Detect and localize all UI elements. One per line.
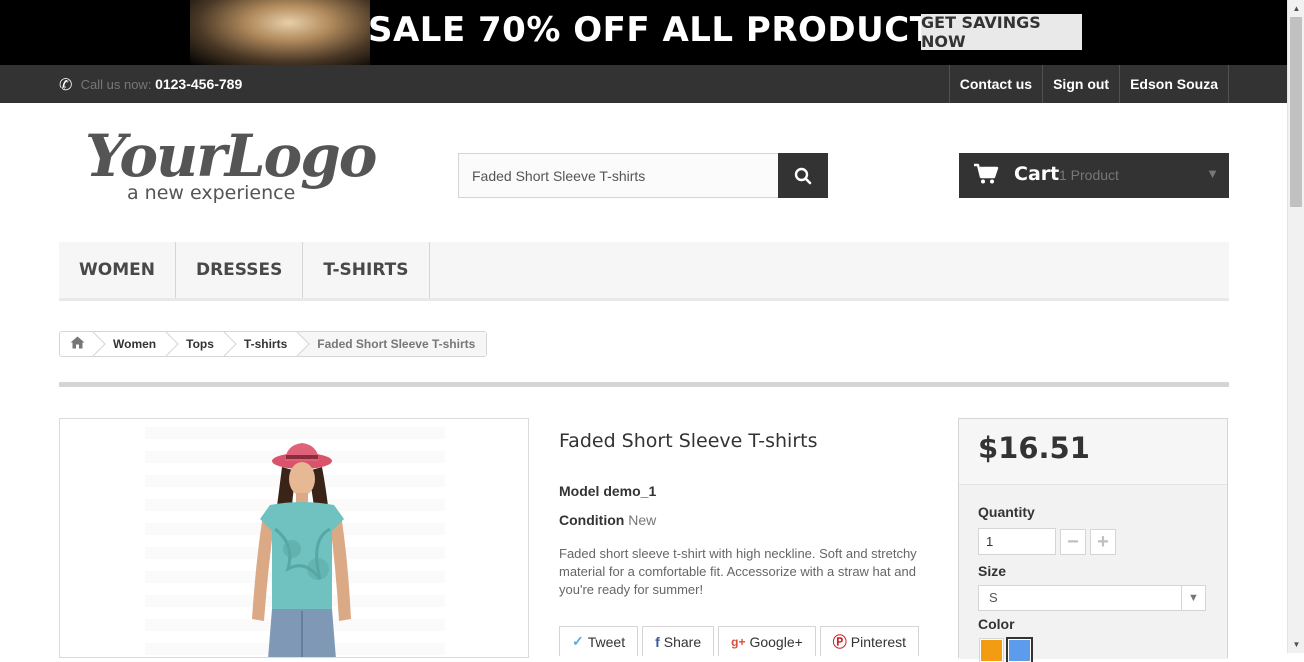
home-icon — [70, 336, 85, 349]
facebook-icon: f — [655, 633, 660, 650]
logo-tagline: a new experience — [127, 182, 296, 204]
section-divider — [59, 382, 1229, 387]
color-label: Color — [978, 616, 1015, 632]
model-value: demo_1 — [603, 483, 657, 499]
breadcrumb-current: Faded Short Sleeve T-shirts — [299, 332, 487, 356]
main-menu: Women Dresses T-shirts — [59, 242, 1229, 301]
phone-number: 0123-456-789 — [155, 76, 243, 92]
tweet-button[interactable]: ✓ Tweet — [559, 626, 639, 656]
model-figure — [252, 443, 351, 657]
search-icon — [794, 167, 812, 184]
contact-us-link[interactable]: Contact us — [948, 65, 1042, 103]
condition-value: New — [628, 512, 657, 528]
condition-label: Condition — [559, 512, 625, 528]
menu-item-women[interactable]: Women — [59, 242, 176, 298]
minus-icon: − — [1067, 530, 1079, 553]
twitter-icon: ✓ — [572, 633, 584, 649]
phone-info: ✆ Call us now: 0123-456-789 — [59, 75, 242, 95]
cart-label: Cart — [1014, 163, 1060, 185]
buy-box: $16.51 Quantity − + Size S ▼ Color — [958, 418, 1228, 662]
account-link[interactable]: Edson Souza — [1119, 65, 1229, 103]
product-options: Quantity − + Size S ▼ Color — [959, 485, 1227, 662]
plus-icon: + — [1097, 530, 1109, 553]
product-title: Faded Short Sleeve T-shirts — [559, 430, 818, 452]
product-image[interactable] — [59, 418, 529, 658]
product-model: Model demo_1 — [559, 483, 656, 499]
share-buttons: ✓ Tweet f Share g+ Google+ Ⓟ Pinterest — [559, 626, 923, 656]
search-input[interactable] — [458, 153, 779, 198]
google-plus-button[interactable]: g+ Google+ — [718, 626, 816, 656]
breadcrumb-home[interactable] — [60, 332, 95, 356]
scroll-up-icon[interactable]: ▲ — [1288, 0, 1304, 17]
breadcrumb-women[interactable]: Women — [95, 332, 168, 356]
breadcrumb-tshirts[interactable]: T-shirts — [226, 332, 299, 356]
color-swatch-orange[interactable] — [980, 639, 1003, 662]
facebook-share-button[interactable]: f Share — [642, 626, 715, 656]
chevron-down-icon: ▼ — [1206, 166, 1219, 181]
product-condition: Condition New — [559, 512, 656, 528]
sign-out-link[interactable]: Sign out — [1042, 65, 1119, 103]
quantity-label: Quantity — [978, 504, 1035, 520]
size-label: Size — [978, 563, 1007, 579]
top-bar: ✆ Call us now: 0123-456-789 Contact us S… — [0, 65, 1287, 103]
phone-label: Call us now: — [80, 77, 152, 92]
promo-headline: SALE 70% OFF ALL PRODUCTS — [368, 10, 959, 50]
pinterest-button[interactable]: Ⓟ Pinterest — [819, 626, 920, 656]
quantity-increase-button[interactable]: + — [1090, 529, 1116, 555]
cart-button[interactable]: Cart 1 Product ▼ — [959, 153, 1229, 198]
search-form — [458, 153, 828, 198]
menu-item-dresses[interactable]: Dresses — [176, 242, 304, 298]
get-savings-button[interactable]: GET SAVINGS NOW — [921, 13, 1082, 51]
size-value: S — [989, 590, 998, 605]
pinterest-icon: Ⓟ — [832, 633, 847, 650]
model-label: Model — [559, 483, 600, 499]
promo-model-image — [190, 0, 370, 65]
scroll-down-icon[interactable]: ▼ — [1288, 636, 1304, 653]
phone-icon: ✆ — [59, 77, 73, 94]
quantity-decrease-button[interactable]: − — [1060, 529, 1086, 555]
vertical-scrollbar[interactable]: ▲ ▼ — [1287, 0, 1304, 653]
menu-item-tshirts[interactable]: T-shirts — [303, 242, 430, 298]
scroll-thumb[interactable] — [1290, 17, 1302, 207]
quantity-input[interactable] — [978, 528, 1056, 555]
product-price: $16.51 — [978, 431, 1090, 465]
chevron-down-icon: ▼ — [1181, 586, 1205, 610]
site-logo[interactable]: YourLogo a new experience — [85, 122, 385, 212]
cart-icon — [974, 163, 999, 184]
user-nav: Contact us Sign out Edson Souza — [948, 65, 1229, 103]
product-info: Faded Short Sleeve T-shirts Model demo_1… — [559, 430, 929, 656]
promo-banner[interactable]: SALE 70% OFF ALL PRODUCTS GET SAVINGS NO… — [0, 0, 1287, 65]
logo-main-text: YourLogo — [85, 122, 377, 190]
price-area: $16.51 — [959, 419, 1227, 485]
search-button[interactable] — [778, 153, 828, 198]
color-swatch-blue[interactable] — [1008, 639, 1031, 662]
product-description: Faded short sleeve t-shirt with high nec… — [559, 546, 917, 597]
size-select[interactable]: S ▼ — [978, 585, 1206, 611]
breadcrumb: Women Tops T-shirts Faded Short Sleeve T… — [59, 331, 488, 357]
cart-count: 1 Product — [1059, 167, 1119, 183]
google-plus-icon: g+ — [731, 634, 746, 649]
